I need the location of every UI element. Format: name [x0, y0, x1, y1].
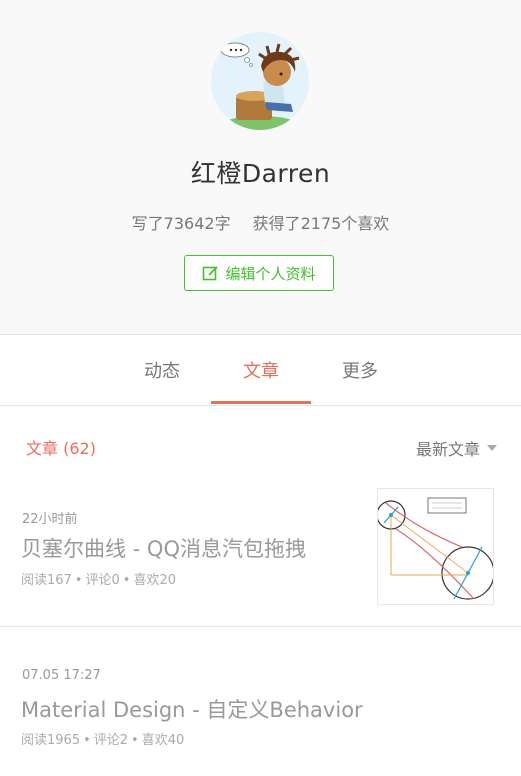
edit-profile-label: 编辑个人资料: [225, 264, 316, 283]
article-title[interactable]: Material Design - 自定义Behavior: [21, 694, 363, 724]
likes-received: 获得了2175个喜欢: [252, 214, 390, 233]
avatar[interactable]: [211, 32, 309, 130]
article-meta: 阅读167 • 评论0 • 喜欢20: [21, 569, 176, 588]
article-time: 22小时前: [22, 512, 78, 527]
tab-articles[interactable]: 文章: [211, 335, 311, 405]
sort-dropdown[interactable]: 最新文章: [416, 436, 497, 460]
articles-count-title: 文章 (62): [26, 439, 96, 458]
sort-label: 最新文章: [415, 440, 480, 459]
edit-profile-button[interactable]: 编辑个人资料: [184, 255, 334, 291]
article-meta: 阅读1965 • 评论2 • 喜欢40: [21, 729, 184, 748]
caret-down-icon: [487, 445, 497, 451]
article-likes: 喜欢40: [141, 733, 185, 748]
article-thumbnail[interactable]: [376, 488, 495, 605]
article-likes: 喜欢20: [133, 573, 176, 588]
article-comments: 评论2: [93, 733, 129, 748]
article-title[interactable]: 贝塞尔曲线 - QQ消息汽包拖拽: [21, 533, 306, 563]
divider: [0, 626, 521, 627]
active-tab-indicator: [211, 401, 311, 404]
avatar-image: [211, 32, 309, 130]
article-reads: 阅读1965: [21, 733, 81, 748]
tab-activity[interactable]: 动态: [112, 335, 212, 405]
article-time: 07.05 17:27: [22, 668, 101, 683]
tab-more[interactable]: 更多: [310, 335, 410, 405]
bezier-diagram-image: [376, 489, 495, 604]
separator-dot: •: [131, 733, 139, 748]
username: 红橙Darren: [190, 159, 331, 188]
edit-icon: [203, 265, 219, 280]
profile-stats: 写了73642字 获得了2175个喜欢: [0, 210, 521, 234]
separator-dot: •: [122, 573, 131, 588]
article-comments: 评论0: [85, 573, 120, 588]
separator-dot: •: [74, 573, 83, 588]
articles-section-header: 文章 (62) 最新文章: [0, 426, 521, 466]
tab-bar: 动态 文章 更多: [0, 335, 521, 406]
words-written: 写了73642字: [131, 214, 231, 233]
separator-dot: •: [83, 733, 91, 748]
article-reads: 阅读167: [21, 573, 72, 588]
profile-header: 红橙Darren 写了73642字 获得了2175个喜欢 编辑个人资料: [0, 0, 521, 335]
